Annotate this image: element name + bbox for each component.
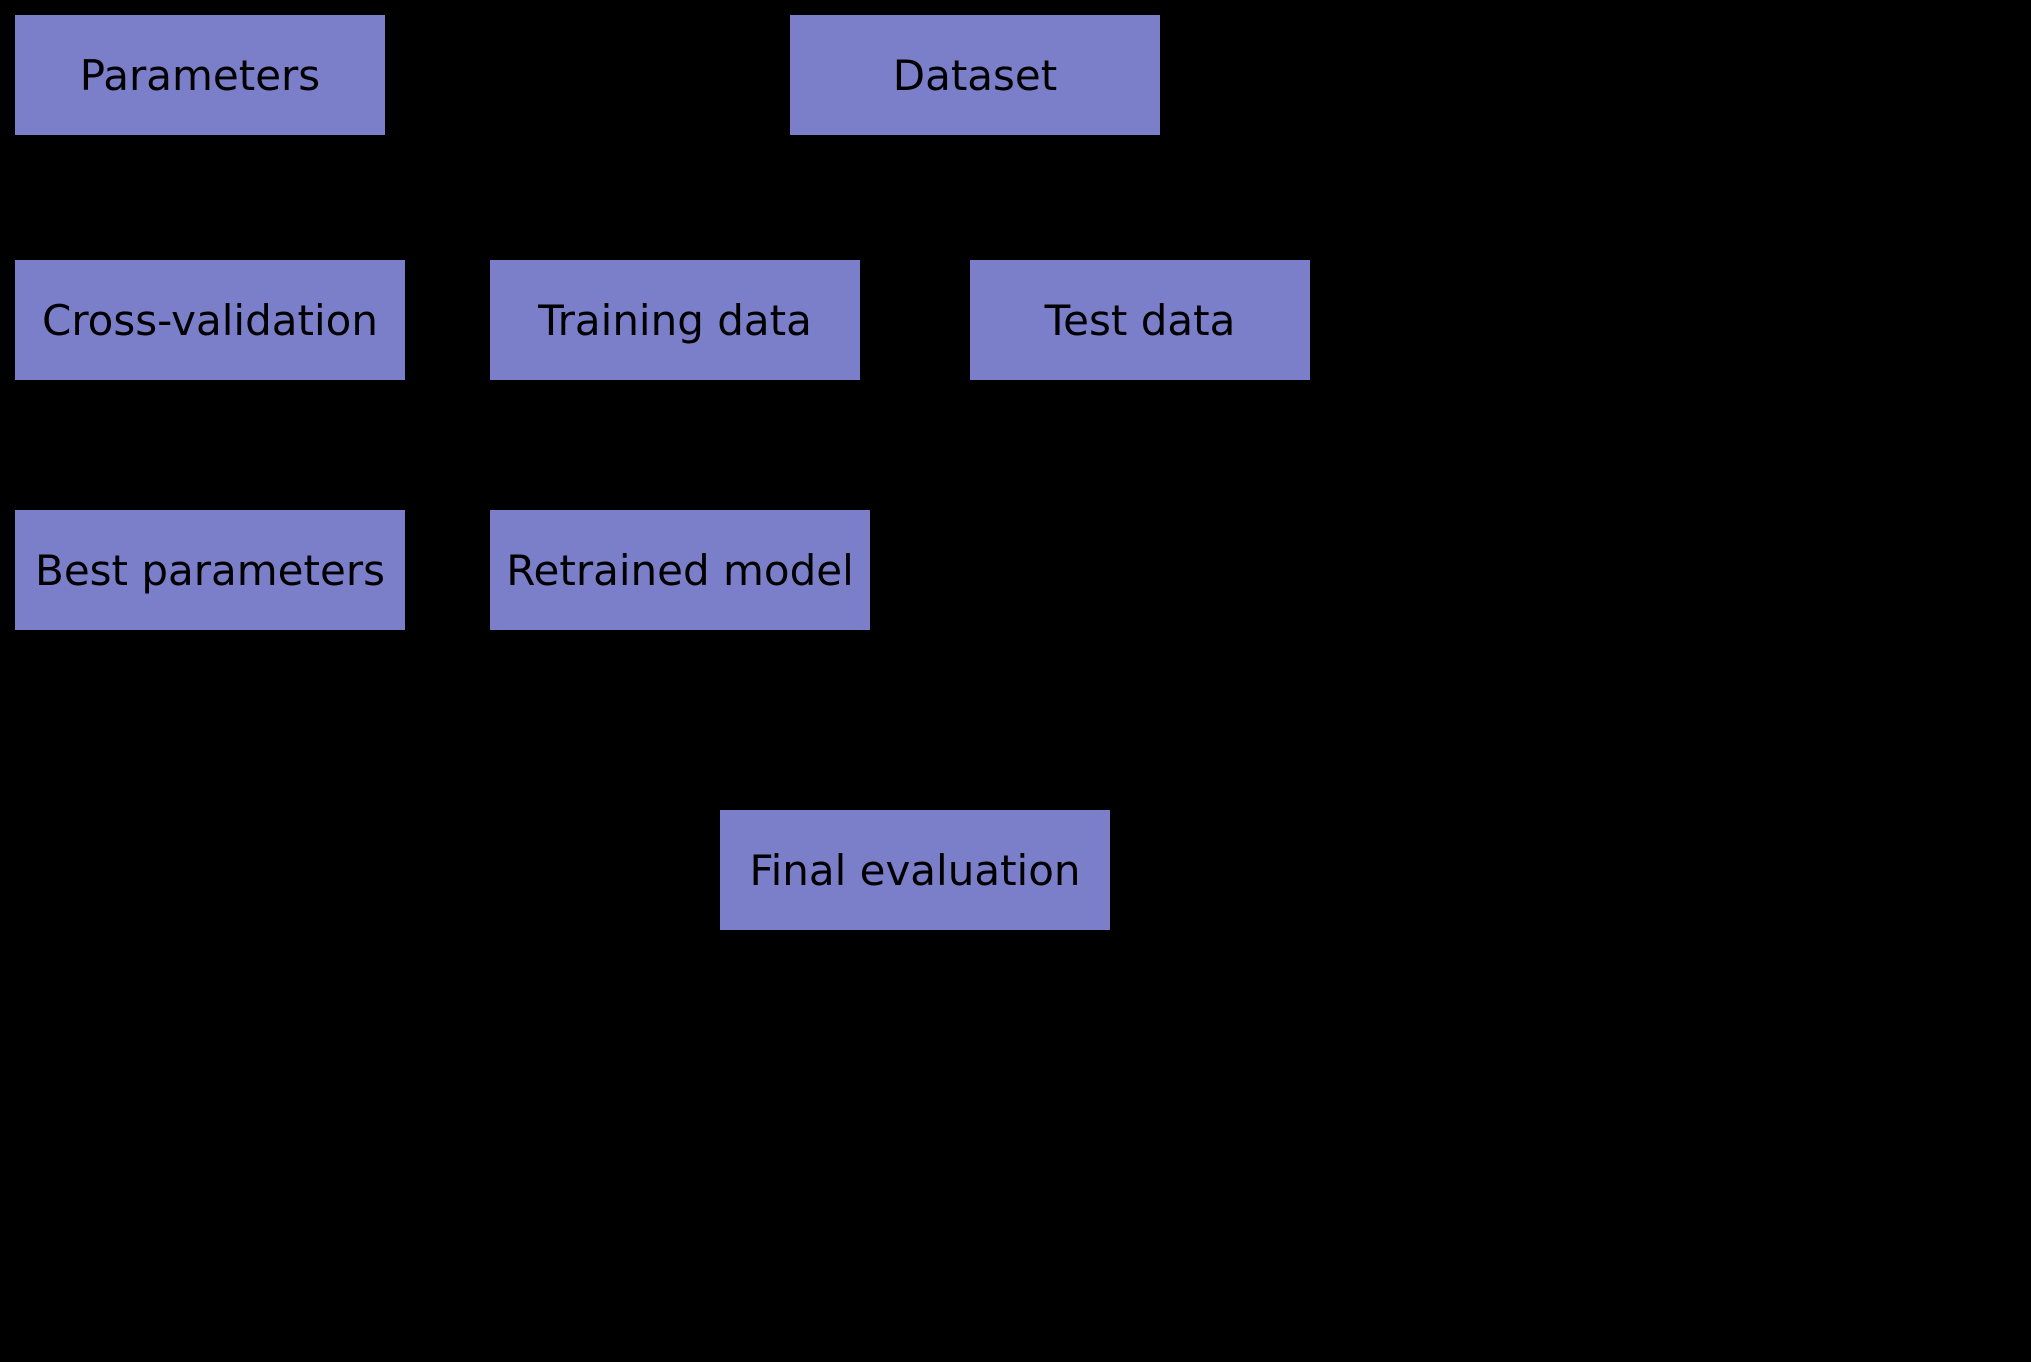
- parameters-label: Parameters: [80, 51, 320, 100]
- cross-validation-node: Cross-validation: [15, 260, 405, 380]
- final-evaluation-node: Final evaluation: [720, 810, 1110, 930]
- retrained-model-label: Retrained model: [506, 546, 854, 595]
- training-data-node: Training data: [490, 260, 860, 380]
- final-evaluation-label: Final evaluation: [749, 846, 1080, 895]
- test-data-node: Test data: [970, 260, 1310, 380]
- retrained-model-node: Retrained model: [490, 510, 870, 630]
- best-parameters-label: Best parameters: [35, 546, 385, 595]
- cross-validation-label: Cross-validation: [42, 296, 378, 345]
- dataset-node: Dataset: [790, 15, 1160, 135]
- training-data-label: Training data: [538, 296, 812, 345]
- test-data-label: Test data: [1045, 296, 1236, 345]
- dataset-label: Dataset: [893, 51, 1057, 100]
- best-parameters-node: Best parameters: [15, 510, 405, 630]
- parameters-node: Parameters: [15, 15, 385, 135]
